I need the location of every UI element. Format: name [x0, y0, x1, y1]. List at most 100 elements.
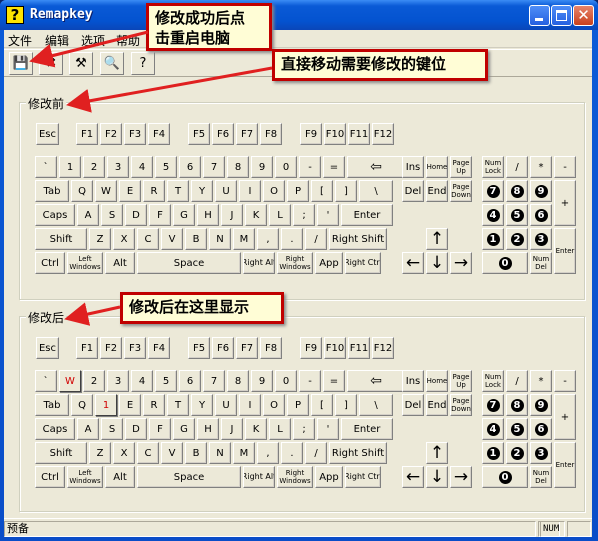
- key-page-down[interactable]: Page Down: [450, 394, 472, 416]
- key-left-windows[interactable]: Left Windows: [67, 252, 103, 274]
- key-e[interactable]: E: [119, 394, 141, 416]
- key-f[interactable]: F: [149, 204, 171, 226]
- key-right-windows[interactable]: Right Windows: [277, 466, 313, 488]
- key-i[interactable]: I: [239, 394, 261, 416]
- key-f[interactable]: F: [149, 418, 171, 440]
- key-u[interactable]: U: [215, 180, 237, 202]
- key-ctrl[interactable]: Ctrl: [35, 252, 65, 274]
- toolbar-button-2[interactable]: ⚒: [69, 52, 93, 75]
- key-c[interactable]: C: [137, 228, 159, 250]
- key-p[interactable]: P: [287, 394, 309, 416]
- key-sym[interactable]: .: [281, 228, 303, 250]
- key-x[interactable]: X: [113, 442, 135, 464]
- key-f4[interactable]: F4: [148, 123, 170, 145]
- numpad-1-key[interactable]: 1: [482, 442, 504, 464]
- key-t[interactable]: T: [167, 394, 189, 416]
- numpad-5-key[interactable]: 5: [506, 204, 528, 226]
- key-0[interactable]: 0: [275, 370, 297, 392]
- numpad-2-key[interactable]: 2: [506, 442, 528, 464]
- arrow-down-key[interactable]: ↓: [426, 252, 448, 274]
- arrow-down-key[interactable]: ↓: [426, 466, 448, 488]
- key-t[interactable]: T: [167, 180, 189, 202]
- key-del[interactable]: Del: [402, 180, 424, 202]
- title-bar[interactable]: ? Remapkey ✕: [0, 0, 598, 30]
- key-s[interactable]: S: [101, 418, 123, 440]
- key-g[interactable]: G: [173, 204, 195, 226]
- key-sym[interactable]: ;: [293, 204, 315, 226]
- key-sym[interactable]: ⇦: [347, 156, 405, 178]
- toolbar-button-0[interactable]: 💾: [9, 52, 33, 75]
- key-0[interactable]: 0: [275, 156, 297, 178]
- key-app[interactable]: App: [315, 252, 343, 274]
- key-space[interactable]: Space: [137, 466, 241, 488]
- key-b[interactable]: B: [185, 442, 207, 464]
- key-f6[interactable]: F6: [212, 123, 234, 145]
- key-a[interactable]: A: [77, 204, 99, 226]
- key-4[interactable]: 4: [131, 156, 153, 178]
- key-sym[interactable]: ': [317, 204, 339, 226]
- menu-help[interactable]: 帮助: [116, 32, 140, 49]
- key-5[interactable]: 5: [155, 156, 177, 178]
- numpad-enter-key[interactable]: Enter: [554, 442, 576, 488]
- numpad-0-key[interactable]: 0: [482, 252, 528, 274]
- key-f10[interactable]: F10: [324, 337, 346, 359]
- key-u[interactable]: U: [215, 394, 237, 416]
- key-f5[interactable]: F5: [188, 123, 210, 145]
- key-e[interactable]: E: [119, 180, 141, 202]
- numpad-7-key[interactable]: 7: [482, 180, 504, 202]
- key-6[interactable]: 6: [179, 370, 201, 392]
- numpad-9-key[interactable]: 9: [530, 394, 552, 416]
- numpad-3-key[interactable]: 3: [530, 442, 552, 464]
- numpad-0-key[interactable]: 0: [482, 466, 528, 488]
- key-z[interactable]: Z: [89, 228, 111, 250]
- key-m[interactable]: M: [233, 228, 255, 250]
- key-9[interactable]: 9: [251, 156, 273, 178]
- numpad-4-key[interactable]: 4: [482, 418, 504, 440]
- maximize-button[interactable]: [551, 5, 572, 26]
- key-sym[interactable]: ]: [335, 394, 357, 416]
- key-s[interactable]: S: [101, 204, 123, 226]
- key-del[interactable]: Del: [402, 394, 424, 416]
- key-ins[interactable]: Ins: [402, 370, 424, 392]
- key-page-up[interactable]: Page Up: [450, 156, 472, 178]
- key-l[interactable]: L: [269, 204, 291, 226]
- key-l[interactable]: L: [269, 418, 291, 440]
- key-sym[interactable]: [: [311, 394, 333, 416]
- key-z[interactable]: Z: [89, 442, 111, 464]
- key-tab[interactable]: Tab: [35, 180, 69, 202]
- key-right-alt[interactable]: Right Alt: [243, 252, 275, 274]
- key-6[interactable]: 6: [179, 156, 201, 178]
- key-k[interactable]: K: [245, 418, 267, 440]
- key-j[interactable]: J: [221, 204, 243, 226]
- key-app[interactable]: App: [315, 466, 343, 488]
- key-a[interactable]: A: [77, 418, 99, 440]
- key-caps[interactable]: Caps: [35, 418, 75, 440]
- key-esc[interactable]: Esc: [36, 123, 59, 145]
- key-f12[interactable]: F12: [372, 337, 394, 359]
- arrow-left-key[interactable]: ←: [402, 252, 424, 274]
- key-y[interactable]: Y: [191, 180, 213, 202]
- numpad-sym-key[interactable]: -: [554, 156, 576, 178]
- numpad-6-key[interactable]: 6: [530, 204, 552, 226]
- key-k[interactable]: K: [245, 204, 267, 226]
- key-v[interactable]: V: [161, 228, 183, 250]
- key-sym[interactable]: ': [317, 418, 339, 440]
- key-8[interactable]: 8: [227, 156, 249, 178]
- key-space[interactable]: Space: [137, 252, 241, 274]
- key-caps[interactable]: Caps: [35, 204, 75, 226]
- key-sym[interactable]: =: [323, 370, 345, 392]
- key-f3[interactable]: F3: [124, 123, 146, 145]
- key-sym[interactable]: /: [305, 442, 327, 464]
- key-3[interactable]: 3: [107, 370, 129, 392]
- key-j[interactable]: J: [221, 418, 243, 440]
- key-v[interactable]: V: [161, 442, 183, 464]
- numpad-del-key[interactable]: Num Del: [530, 466, 552, 488]
- key-sym[interactable]: -: [299, 370, 321, 392]
- numpad-num-lock-key[interactable]: Num Lock: [482, 156, 504, 178]
- key-w[interactable]: W: [59, 370, 81, 392]
- numpad-sym-key[interactable]: /: [506, 156, 528, 178]
- key-d[interactable]: D: [125, 204, 147, 226]
- key-sym[interactable]: [: [311, 180, 333, 202]
- key-f6[interactable]: F6: [212, 337, 234, 359]
- key-home[interactable]: Home: [426, 156, 448, 178]
